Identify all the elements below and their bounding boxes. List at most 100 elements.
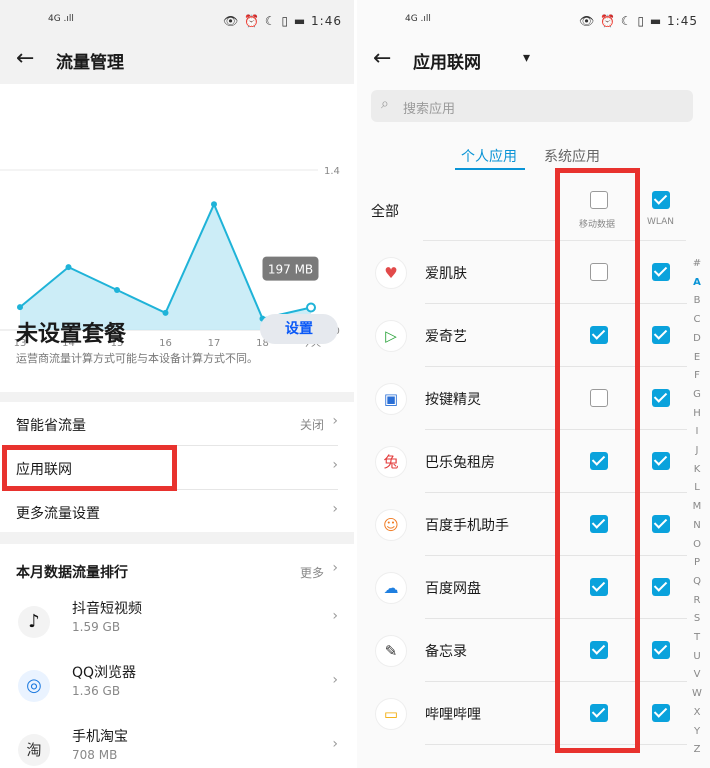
data-point	[162, 309, 169, 316]
index-letter[interactable]: Y	[690, 726, 704, 737]
chevron-right-icon: ›	[332, 736, 338, 752]
chevron-right-icon: ›	[332, 457, 338, 473]
wlan-checkbox[interactable]	[652, 515, 670, 533]
settings-row-value: 关闭	[299, 418, 324, 432]
clock: 1:46	[311, 14, 342, 28]
wlan-checkbox[interactable]	[652, 578, 670, 596]
dropdown-arrow-icon[interactable]: ▾	[523, 50, 530, 66]
index-letter[interactable]: R	[690, 595, 704, 606]
index-letter[interactable]: G	[690, 389, 704, 400]
ranking-item[interactable]: ◎ QQ浏览器 1.36 GB ›	[0, 654, 354, 716]
index-letter[interactable]: F	[690, 370, 704, 381]
data-point	[114, 287, 120, 293]
ranking-item[interactable]: 淘 手机淘宝 708 MB ›	[0, 718, 354, 768]
index-letter[interactable]: J	[690, 445, 704, 456]
back-arrow-icon[interactable]: ←	[373, 46, 391, 71]
search-placeholder: 搜索应用	[403, 102, 456, 117]
index-letter[interactable]: S	[690, 613, 704, 624]
ranking-item[interactable]: ♪ 抖音短视频 1.59 GB ›	[0, 590, 354, 652]
taobao-icon: 淘	[18, 734, 50, 766]
chevron-right-icon: ›	[332, 413, 338, 429]
iqiyi-icon: ▷	[375, 320, 407, 352]
wlan-checkbox[interactable]	[652, 641, 670, 659]
settings-row-label: 更多流量设置	[16, 506, 100, 522]
settings-row-more-settings[interactable]: 更多流量设置 ›	[0, 490, 354, 534]
settings-row-smart-saver[interactable]: 智能省流量 关闭 ›	[0, 402, 354, 446]
y-tick-label: 1.4	[324, 166, 340, 177]
data-usage-screen: 4G .ıll 👁 ⏰ ☾ ▯ ▬ 1:46 ← 流量管理 13 14 15 16 17…	[0, 0, 354, 768]
tooltip-label: 197 MB	[268, 263, 313, 277]
app-name: 爱奇艺	[425, 329, 467, 345]
index-letter[interactable]: #	[690, 258, 704, 269]
app-name: 百度网盘	[425, 581, 481, 597]
index-letter[interactable]: B	[690, 295, 704, 306]
wlan-checkbox[interactable]	[652, 389, 670, 407]
search-input[interactable]: ⌕ 搜索应用	[371, 90, 693, 122]
index-letter[interactable]: K	[690, 464, 704, 475]
page-title: 流量管理	[56, 53, 124, 73]
app-networking-screen: 4G .ıll 👁 ⏰ ☾ ▯ ▬ 1:45 ← 应用联网 ▾ ⌕ 搜索应用 个…	[357, 0, 710, 768]
index-letter[interactable]: D	[690, 333, 704, 344]
clock: 1:45	[667, 14, 698, 28]
wlan-checkbox[interactable]	[652, 326, 670, 344]
index-letter[interactable]: O	[690, 539, 704, 550]
index-letter[interactable]: L	[690, 482, 704, 493]
app-usage: 708 MB	[72, 748, 118, 762]
app-name: 百度手机助手	[425, 518, 509, 534]
baletu-icon: 兔	[375, 446, 407, 478]
index-letter[interactable]: X	[690, 707, 704, 718]
index-letter[interactable]: W	[690, 688, 704, 699]
baidu-assistant-icon: ☺	[375, 509, 407, 541]
highlight-box	[2, 445, 177, 491]
plan-note: 运营商流量计算方式可能与本设备计算方式不同。	[16, 352, 258, 365]
signal-icon: 4G .ıll	[405, 14, 431, 24]
settings-row-label: 智能省流量	[16, 418, 86, 434]
aijifu-icon: ♥	[375, 257, 407, 289]
app-name: 按键精灵	[425, 392, 481, 408]
wlan-checkbox[interactable]	[652, 704, 670, 722]
index-letter[interactable]: Q	[690, 576, 704, 587]
anjian-icon: ▣	[375, 383, 407, 415]
status-bar: 4G .ıll 👁 ⏰ ☾ ▯ ▬ 1:45	[357, 12, 710, 32]
baidu-netdisk-icon: ☁	[375, 572, 407, 604]
wlan-checkbox[interactable]	[652, 263, 670, 281]
index-letter[interactable]: T	[690, 632, 704, 643]
app-name: 爱肌肤	[425, 266, 467, 282]
index-letter[interactable]: H	[690, 408, 704, 419]
ranking-more-link[interactable]: 更多	[300, 564, 324, 581]
data-point	[211, 201, 217, 208]
app-usage: 1.36 GB	[72, 684, 121, 698]
ranking-title: 本月数据流量排行	[16, 565, 128, 581]
index-letter[interactable]: Z	[690, 744, 704, 755]
index-letter[interactable]: A	[690, 277, 704, 288]
set-plan-button[interactable]: 设置	[260, 314, 338, 344]
app-usage: 1.59 GB	[72, 620, 121, 634]
select-all-label: 全部	[371, 204, 399, 220]
x-tick-label: 17	[208, 338, 221, 349]
status-icons: 👁 ⏰ ☾ ▯ ▬	[579, 14, 663, 28]
index-letter[interactable]: M	[690, 501, 704, 512]
back-arrow-icon[interactable]: ←	[16, 46, 34, 71]
tab-personal-apps[interactable]: 个人应用	[461, 146, 517, 166]
tab-system-apps[interactable]: 系统应用	[544, 146, 600, 166]
index-letter[interactable]: V	[690, 669, 704, 680]
index-letter[interactable]: C	[690, 314, 704, 325]
qq-browser-icon: ◎	[18, 670, 50, 702]
wlan-column-label: WLAN	[647, 217, 675, 227]
index-letter[interactable]: U	[690, 651, 704, 662]
index-letter[interactable]: E	[690, 352, 704, 363]
select-all-wlan-checkbox[interactable]	[652, 191, 670, 209]
index-letter[interactable]: I	[690, 426, 704, 437]
index-letter[interactable]: P	[690, 557, 704, 568]
chevron-right-icon: ›	[332, 672, 338, 688]
chevron-right-icon: ›	[332, 501, 338, 517]
app-bar: ← 应用联网 ▾	[357, 40, 710, 80]
app-name: 抖音短视频	[72, 601, 142, 617]
plan-title: 未设置套餐	[16, 322, 127, 347]
index-letter[interactable]: N	[690, 520, 704, 531]
memo-icon: ✎	[375, 635, 407, 667]
page-title: 应用联网	[413, 53, 481, 73]
wlan-checkbox[interactable]	[652, 452, 670, 470]
x-tick-label: 16	[159, 338, 172, 349]
app-name: 手机淘宝	[72, 729, 128, 745]
